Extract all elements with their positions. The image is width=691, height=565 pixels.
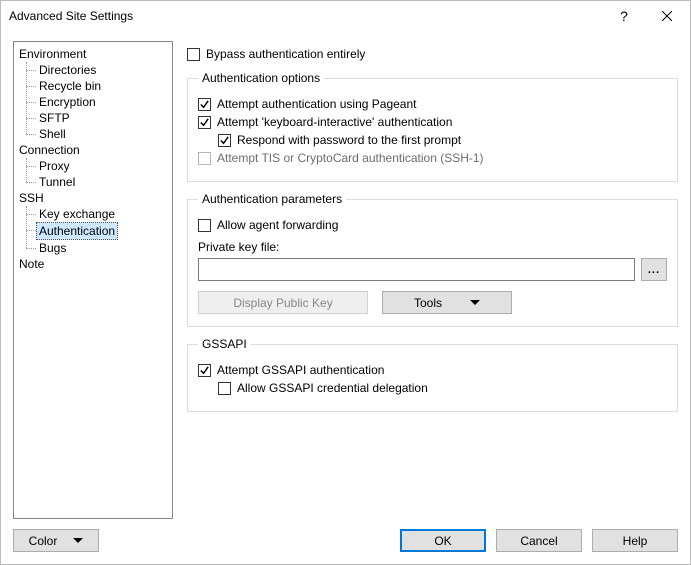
tree-item-proxy[interactable]: Proxy [36, 158, 73, 174]
keyboard-interactive-label: Attempt 'keyboard-interactive' authentic… [217, 115, 452, 129]
tree-item-connection[interactable]: Connection [16, 142, 83, 158]
help-icon[interactable]: ? [604, 1, 644, 31]
tree-item-note[interactable]: Note [16, 256, 47, 272]
gssapi-attempt-label: Attempt GSSAPI authentication [217, 363, 384, 377]
gssapi-attempt-checkbox[interactable] [198, 364, 211, 377]
authentication-options-group: Authentication options Attempt authentic… [187, 71, 678, 182]
authentication-parameters-group: Authentication parameters Allow agent fo… [187, 192, 678, 327]
bypass-checkbox[interactable] [187, 48, 200, 61]
dialog-footer: Color OK Cancel Help [1, 519, 690, 564]
respond-password-checkbox[interactable] [218, 134, 231, 147]
tis-label: Attempt TIS or CryptoCard authentication… [217, 151, 484, 165]
gssapi-delegation-label: Allow GSSAPI credential delegation [237, 381, 428, 395]
chevron-down-icon [73, 538, 83, 543]
gssapi-group: GSSAPI Attempt GSSAPI authentication All… [187, 337, 678, 412]
settings-panel: Bypass authentication entirely Authentic… [187, 41, 678, 519]
bypass-label: Bypass authentication entirely [206, 47, 365, 61]
help-button[interactable]: Help [592, 529, 678, 552]
tree-item-bugs[interactable]: Bugs [36, 240, 69, 256]
window-title: Advanced Site Settings [9, 9, 604, 23]
gssapi-delegation-checkbox[interactable] [218, 382, 231, 395]
close-icon[interactable] [644, 1, 690, 31]
tree-item-shell[interactable]: Shell [36, 126, 69, 142]
tree-item-directories[interactable]: Directories [36, 62, 99, 78]
tree-item-ssh[interactable]: SSH [16, 190, 47, 206]
cancel-button[interactable]: Cancel [496, 529, 582, 552]
color-button-label: Color [29, 534, 58, 548]
tree-item-recycle-bin[interactable]: Recycle bin [36, 78, 104, 94]
tree-item-encryption[interactable]: Encryption [36, 94, 99, 110]
authentication-parameters-legend: Authentication parameters [198, 192, 346, 206]
color-button[interactable]: Color [13, 529, 99, 552]
pageant-checkbox[interactable] [198, 98, 211, 111]
tree-item-key-exchange[interactable]: Key exchange [36, 206, 118, 222]
tis-checkbox [198, 152, 211, 165]
tree-item-authentication[interactable]: Authentication [36, 222, 118, 240]
agent-forwarding-checkbox[interactable] [198, 219, 211, 232]
navigation-tree[interactable]: Environment Directories Recycle bin Encr… [13, 41, 173, 519]
titlebar: Advanced Site Settings ? [1, 1, 690, 31]
tools-button-label: Tools [414, 296, 442, 310]
browse-button[interactable]: ... [641, 258, 667, 281]
tree-item-environment[interactable]: Environment [16, 46, 89, 62]
pageant-label: Attempt authentication using Pageant [217, 97, 416, 111]
gssapi-legend: GSSAPI [198, 337, 251, 351]
private-key-file-label: Private key file: [198, 240, 667, 254]
private-key-file-input[interactable] [198, 258, 635, 281]
tools-button[interactable]: Tools [382, 291, 512, 314]
agent-forwarding-label: Allow agent forwarding [217, 218, 338, 232]
respond-password-label: Respond with password to the first promp… [237, 133, 461, 147]
keyboard-interactive-checkbox[interactable] [198, 116, 211, 129]
tree-item-tunnel[interactable]: Tunnel [36, 174, 78, 190]
display-public-key-button: Display Public Key [198, 291, 368, 314]
chevron-down-icon [470, 300, 480, 305]
authentication-options-legend: Authentication options [198, 71, 324, 85]
tree-item-sftp[interactable]: SFTP [36, 110, 73, 126]
ok-button[interactable]: OK [400, 529, 486, 552]
